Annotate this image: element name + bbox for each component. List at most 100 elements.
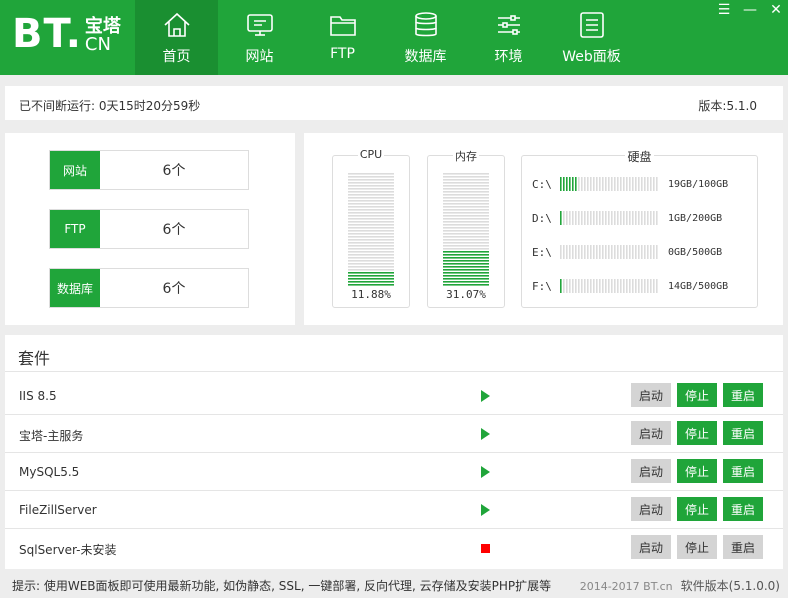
gauge-segment (348, 257, 394, 259)
nav-label: Web面板 (562, 49, 621, 65)
nav-database[interactable]: 数据库 (384, 0, 467, 75)
gauge-segment (443, 269, 489, 271)
disk-segment (599, 279, 601, 293)
disk-segment (656, 177, 658, 191)
count-value: 6个 (162, 281, 186, 297)
disk-segment (620, 245, 622, 259)
start-button[interactable]: 启动 (631, 497, 671, 521)
disk-segment (572, 211, 574, 225)
disk-segment (563, 177, 565, 191)
disk-bar (560, 177, 658, 191)
gauge-segment (348, 191, 394, 193)
disk-segment (566, 279, 568, 293)
sliders-icon (497, 15, 520, 35)
start-button[interactable]: 启动 (631, 459, 671, 483)
disk-segment (599, 177, 601, 191)
disk-segment (608, 245, 610, 259)
count-database[interactable]: 数据库 6个 (49, 268, 249, 308)
disk-segment (635, 177, 637, 191)
start-button[interactable]: 启动 (631, 535, 671, 559)
gauge-segment (348, 200, 394, 202)
bt-logo: BT. 宝塔 CN (12, 14, 121, 54)
disk-title: 硬盘 (625, 150, 654, 164)
gauge-segment (443, 200, 489, 202)
resources-panel: CPU 11.88% 内存 31.07% 硬盘 C:\ 19GB/100GB D… (304, 133, 783, 325)
disk-segment (623, 279, 625, 293)
divider (5, 371, 783, 372)
main-nav: 首页 网站 FTP 数据库 环境 Web面板 (135, 0, 633, 75)
nav-website[interactable]: 网站 (218, 0, 301, 75)
gauge-segment (348, 221, 394, 223)
disk-segment (572, 245, 574, 259)
disk-value: 14GB/500GB (668, 280, 729, 292)
gauge-segment (348, 212, 394, 214)
restart-button[interactable]: 重启 (723, 459, 763, 483)
disk-segment (614, 245, 616, 259)
disk-segment (626, 177, 628, 191)
start-button[interactable]: 启动 (631, 421, 671, 445)
disk-segment (575, 211, 577, 225)
cpu-gauge: CPU 11.88% (332, 148, 410, 308)
gauge-segment (348, 260, 394, 262)
gauge-segment (348, 236, 394, 238)
stop-button[interactable]: 停止 (677, 497, 717, 521)
uptime-text: 已不间断运行: 0天15时20分59秒 (19, 99, 201, 113)
suite-name: SqlServer-未安装 (19, 543, 117, 557)
disk-segment (656, 245, 658, 259)
disk-segment (602, 177, 604, 191)
suite-name: MySQL5.5 (19, 465, 80, 479)
close-icon[interactable]: ✕ (768, 2, 784, 18)
disk-segment (638, 245, 640, 259)
disk-segment (593, 245, 595, 259)
gauge-segment (348, 197, 394, 199)
gauge-segment (348, 227, 394, 229)
disk-segment (581, 279, 583, 293)
disk-segment (614, 177, 616, 191)
suites-title: 套件 (18, 349, 51, 368)
gauge-segment (443, 248, 489, 250)
gauge-segment (443, 257, 489, 259)
gauge-segment (443, 236, 489, 238)
disk-segment (599, 245, 601, 259)
count-ftp[interactable]: FTP 6个 (49, 209, 249, 249)
gauge-segment (443, 194, 489, 196)
suite-row-mysql: MySQL5.5 启动 停止 重启 (5, 453, 783, 491)
disk-row-e: E:\ 0GB/500GB (532, 244, 722, 260)
disk-segment (647, 177, 649, 191)
disk-segment (644, 279, 646, 293)
count-website[interactable]: 网站 6个 (49, 150, 249, 190)
disk-segment (584, 245, 586, 259)
restart-button[interactable]: 重启 (723, 497, 763, 521)
disk-segment (575, 279, 577, 293)
gauge-segment (348, 248, 394, 250)
disk-segment (590, 211, 592, 225)
restart-button[interactable]: 重启 (723, 421, 763, 445)
stop-button[interactable]: 停止 (677, 421, 717, 445)
memory-meter (443, 173, 489, 286)
stop-button[interactable]: 停止 (677, 459, 717, 483)
disk-segment (596, 245, 598, 259)
stop-button[interactable]: 停止 (677, 535, 717, 559)
restart-button[interactable]: 重启 (723, 383, 763, 407)
nav-ftp[interactable]: FTP (301, 0, 384, 75)
cpu-meter (348, 173, 394, 286)
menu-icon[interactable]: ☰ (716, 2, 732, 18)
gauge-segment (348, 263, 394, 265)
list-icon (579, 12, 604, 38)
count-label: FTP (50, 210, 100, 248)
restart-button[interactable]: 重启 (723, 535, 763, 559)
gauge-segment (443, 173, 489, 175)
disk-segment (569, 279, 571, 293)
nav-webpanel[interactable]: Web面板 (550, 0, 633, 75)
minimize-icon[interactable]: — (742, 2, 758, 18)
gauge-segment (443, 275, 489, 277)
disk-segment (578, 177, 580, 191)
nav-environment[interactable]: 环境 (467, 0, 550, 75)
gauge-segment (443, 197, 489, 199)
software-version: 软件版本(5.1.0.0) (680, 579, 780, 593)
stop-button[interactable]: 停止 (677, 383, 717, 407)
start-button[interactable]: 启动 (631, 383, 671, 407)
disk-segment (593, 211, 595, 225)
gauge-segment (443, 206, 489, 208)
nav-home[interactable]: 首页 (135, 0, 218, 75)
